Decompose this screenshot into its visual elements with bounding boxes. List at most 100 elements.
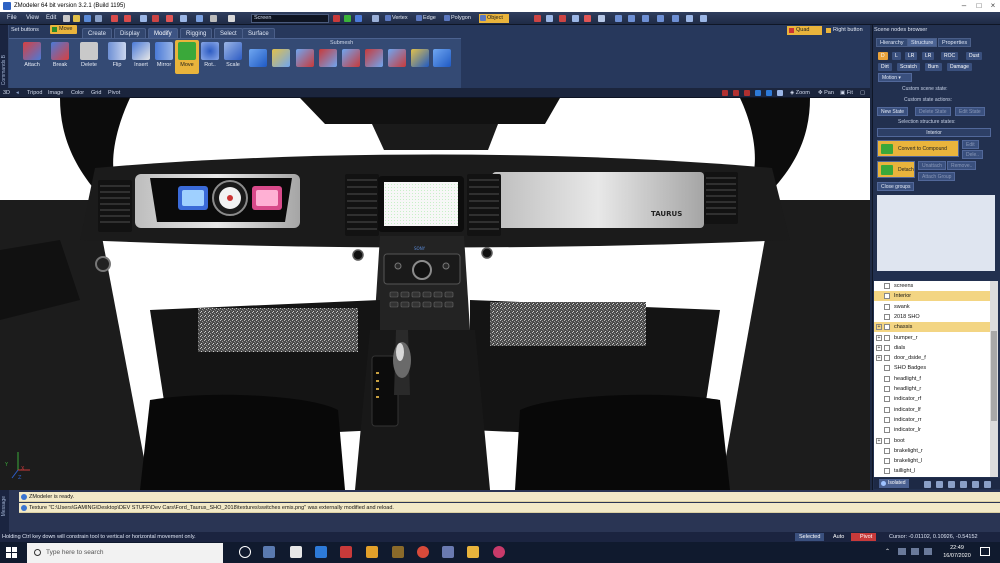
- lock-tree-icon[interactable]: [972, 481, 979, 488]
- submesh-cut-icon[interactable]: [388, 49, 406, 67]
- weld-icon[interactable]: [572, 15, 579, 22]
- pivot-status[interactable]: Pivot: [851, 533, 877, 541]
- app-browser-icon[interactable]: [493, 546, 505, 558]
- hide-icon[interactable]: [598, 15, 605, 22]
- visibility-checkbox[interactable]: [884, 437, 890, 444]
- viewport-pivot[interactable]: Pivot: [108, 88, 120, 98]
- tray-battery-icon[interactable]: [924, 548, 932, 555]
- mode-vertex[interactable]: Vertex: [384, 14, 414, 23]
- minimize-button[interactable]: –: [957, 0, 971, 12]
- tree-row[interactable]: brakelight_l: [874, 456, 990, 466]
- visibility-checkbox[interactable]: [884, 458, 890, 465]
- axis-z-icon[interactable]: [355, 15, 362, 22]
- layout-icon[interactable]: [642, 15, 649, 22]
- submesh-split-icon[interactable]: [319, 49, 337, 67]
- notification-icon[interactable]: [980, 547, 990, 556]
- move-button[interactable]: Move: [175, 40, 199, 74]
- tool-icon[interactable]: [152, 15, 159, 22]
- state-scratch-button[interactable]: Scratch: [897, 63, 920, 71]
- visibility-checkbox[interactable]: [884, 313, 890, 320]
- tab-surface[interactable]: Surface: [242, 28, 275, 38]
- tray-volume-icon[interactable]: [911, 548, 919, 555]
- viewport-color[interactable]: Color: [71, 88, 84, 98]
- break-button[interactable]: Break: [48, 40, 72, 74]
- submesh-collapse-icon[interactable]: [342, 49, 360, 67]
- tree-row[interactable]: SHO Badges: [874, 363, 990, 373]
- axis-x-icon[interactable]: [333, 15, 340, 22]
- snap-icon[interactable]: [166, 15, 173, 22]
- expand-toggle-icon[interactable]: +: [876, 355, 882, 362]
- new-file-icon[interactable]: [63, 15, 70, 22]
- taskbar-clock[interactable]: 22:49 16/07/2020: [942, 544, 972, 560]
- state-roc-button[interactable]: ROC: [941, 52, 959, 60]
- visibility-checkbox[interactable]: [884, 396, 890, 403]
- tree-row[interactable]: taillight_l: [874, 466, 990, 476]
- tab-properties[interactable]: Properties: [938, 38, 972, 47]
- tab-create[interactable]: Create: [82, 28, 113, 38]
- tree-row[interactable]: indicator_lr: [874, 425, 990, 435]
- quad-button[interactable]: Quad: [787, 26, 822, 35]
- open-folder-icon[interactable]: [73, 15, 80, 22]
- tree-row[interactable]: + chassis: [874, 322, 990, 333]
- viewport-mode-icon-5[interactable]: [766, 90, 772, 96]
- link-icon[interactable]: [196, 15, 203, 22]
- app-folder-icon[interactable]: [467, 546, 479, 558]
- edit-compound-button[interactable]: Edit: [962, 140, 979, 149]
- viewport-mode-icon-3[interactable]: [744, 90, 750, 96]
- app-zmodeler-icon[interactable]: [340, 546, 352, 558]
- tree-row[interactable]: indicator_rf: [874, 394, 990, 404]
- menu-view[interactable]: View: [26, 12, 39, 25]
- unattach-button[interactable]: Unattach: [918, 161, 947, 170]
- axis-y-icon[interactable]: [344, 15, 351, 22]
- insert-button[interactable]: Insert: [129, 40, 153, 74]
- document-icon[interactable]: [228, 15, 235, 22]
- tree-row[interactable]: + dials: [874, 343, 990, 353]
- viewport-fit[interactable]: ▣ Fit: [840, 88, 853, 98]
- tab-select[interactable]: Select: [214, 28, 243, 38]
- tree-row[interactable]: headlight_r: [874, 384, 990, 394]
- visibility-checkbox[interactable]: [884, 427, 890, 434]
- state-dirt-button[interactable]: Dirt: [878, 63, 892, 71]
- visibility-checkbox[interactable]: [884, 468, 890, 475]
- close-groups-button[interactable]: Close groups: [877, 182, 915, 191]
- app-game-icon[interactable]: [392, 546, 404, 558]
- scrollbar-thumb[interactable]: [991, 331, 997, 421]
- coordinate-system-select[interactable]: Screen: [251, 14, 329, 23]
- clipboard-icon[interactable]: [210, 15, 217, 22]
- edit-state-button[interactable]: Edit State: [955, 107, 985, 116]
- camera-icon[interactable]: [628, 15, 635, 22]
- visibility-checkbox[interactable]: [884, 365, 890, 372]
- 3d-viewport[interactable]: TAURUS SONY: [0, 98, 870, 490]
- current-tool-badge[interactable]: Move: [50, 25, 77, 34]
- submesh-weld-icon[interactable]: [365, 49, 383, 67]
- settings-icon[interactable]: [700, 15, 707, 22]
- right-button[interactable]: Right button: [824, 26, 870, 35]
- tree-row[interactable]: + bumper_r: [874, 333, 990, 343]
- history-icon[interactable]: [140, 15, 147, 22]
- viewport-maximize[interactable]: ▢: [860, 88, 865, 98]
- options-tree-icon[interactable]: [984, 481, 991, 488]
- tree-row[interactable]: screens: [874, 281, 990, 291]
- taskbar-search[interactable]: Type here to search: [27, 543, 223, 563]
- viewport-mode-icon-2[interactable]: [733, 90, 739, 96]
- tab-hierarchy[interactable]: Hierarchy: [876, 38, 908, 47]
- rotate-button[interactable]: Rot..: [198, 40, 222, 74]
- mirror-button[interactable]: Mirror: [152, 40, 176, 74]
- redo-icon[interactable]: [124, 15, 131, 22]
- isolated-toggle[interactable]: Isolated: [879, 479, 909, 488]
- globe-icon[interactable]: [686, 15, 693, 22]
- expand-toggle-icon[interactable]: +: [876, 334, 882, 341]
- state-damage-button[interactable]: Damage: [947, 63, 972, 71]
- menu-file[interactable]: File: [7, 12, 17, 25]
- auto-status[interactable]: Auto: [829, 533, 848, 541]
- unattach-group-button[interactable]: Attach Group: [918, 172, 956, 181]
- viewport-tripod[interactable]: Tripod: [27, 88, 42, 98]
- tray-network-icon[interactable]: [898, 548, 906, 555]
- selected-status[interactable]: Selected: [795, 533, 825, 541]
- tree-row[interactable]: indicator_rr: [874, 415, 990, 425]
- arrow-icon[interactable]: [180, 15, 187, 22]
- convert-to-compound-button[interactable]: Convert to Compound: [877, 140, 959, 157]
- scale-button[interactable]: Scale: [221, 40, 245, 74]
- visibility-checkbox[interactable]: [884, 416, 890, 423]
- visibility-checkbox[interactable]: [884, 283, 890, 289]
